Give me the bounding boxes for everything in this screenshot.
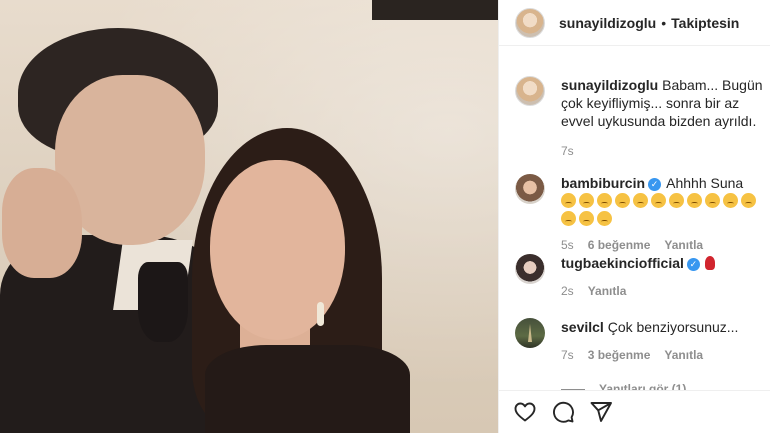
verified-badge-icon: ✓ bbox=[648, 178, 662, 191]
post-header: sunayildizoglu • Takiptesin bbox=[499, 0, 770, 46]
reply-button[interactable]: Yanıtla bbox=[664, 348, 703, 362]
disappointed-face-emoji bbox=[597, 193, 612, 208]
caption-meta: 7s bbox=[561, 144, 765, 158]
caption-time[interactable]: 7s bbox=[561, 144, 574, 158]
man-tie bbox=[138, 262, 188, 342]
caption-avatar[interactable] bbox=[515, 76, 545, 106]
woman-dress bbox=[205, 345, 410, 433]
disappointed-face-emoji bbox=[579, 211, 594, 226]
comment-avatar[interactable] bbox=[515, 254, 545, 284]
disappointed-face-emoji bbox=[561, 211, 576, 226]
comment-username[interactable]: tugbaekinciofficial bbox=[561, 255, 684, 271]
disappointed-face-emoji bbox=[561, 193, 576, 208]
share-icon[interactable] bbox=[589, 400, 613, 424]
heart-icon[interactable] bbox=[513, 400, 537, 424]
comment-body: sevilcl Çok benziyorsunuz... bbox=[561, 318, 765, 336]
woman-face bbox=[210, 160, 345, 340]
disappointed-face-emoji bbox=[741, 193, 756, 208]
caption: sunayildizoglu Babam... Bugün çok keyifl… bbox=[515, 76, 765, 158]
disappointed-face-emoji bbox=[687, 193, 702, 208]
verified-badge-icon: ✓ bbox=[686, 258, 700, 271]
comment-meta: 7s 3 beğenme Yanıtla bbox=[561, 348, 765, 362]
disappointed-face-emoji bbox=[633, 193, 648, 208]
comment-text: Çok benziyorsunuz... bbox=[607, 319, 739, 335]
reply-button[interactable]: Yanıtla bbox=[664, 238, 703, 252]
disappointed-face-emoji bbox=[615, 193, 630, 208]
caption-username[interactable]: sunayildizoglu bbox=[561, 77, 658, 93]
comment-username[interactable]: bambiburcin bbox=[561, 175, 645, 191]
comment-text: Ahhhh Suna bbox=[666, 175, 744, 191]
comment-item: bambiburcin ✓ Ahhhh Suna 5s 6 beğenme Yan… bbox=[515, 174, 765, 252]
view-replies-button[interactable]: Yanıtları gör (1) bbox=[561, 382, 686, 390]
disappointed-face-emojis bbox=[561, 193, 759, 227]
disappointed-face-emoji bbox=[597, 211, 612, 226]
comment-time[interactable]: 2s bbox=[561, 284, 574, 298]
post-photo[interactable] bbox=[0, 0, 498, 433]
comment-body: tugbaekinciofficial ✓ bbox=[561, 254, 765, 272]
comment-time[interactable]: 5s bbox=[561, 238, 574, 252]
comments-list[interactable]: sunayildizoglu Babam... Bugün çok keyifl… bbox=[499, 60, 770, 390]
comment-likes[interactable]: 3 beğenme bbox=[588, 348, 651, 362]
man-hand bbox=[2, 168, 82, 278]
disappointed-face-emoji bbox=[579, 193, 594, 208]
disappointed-face-emoji bbox=[651, 193, 666, 208]
disappointed-face-emoji bbox=[723, 193, 738, 208]
comment-avatar[interactable] bbox=[515, 318, 545, 348]
woman-earring bbox=[317, 302, 324, 326]
disappointed-face-emoji bbox=[669, 193, 684, 208]
follow-status-button[interactable]: Takiptesin bbox=[671, 15, 739, 31]
header-separator: • bbox=[661, 14, 667, 31]
comment-avatar[interactable] bbox=[515, 174, 545, 204]
disappointed-face-emoji bbox=[705, 193, 720, 208]
post-actions bbox=[499, 390, 770, 433]
comment-likes[interactable]: 6 beğenme bbox=[588, 238, 651, 252]
comment-item: sevilcl Çok benziyorsunuz... 7s 3 beğenm… bbox=[515, 318, 765, 362]
post-side-panel: sunayildizoglu • Takiptesin sunayildizog… bbox=[498, 0, 770, 433]
reply-button[interactable]: Yanıtla bbox=[588, 284, 627, 298]
comment-username[interactable]: sevilcl bbox=[561, 319, 604, 335]
rose-emoji bbox=[704, 256, 715, 270]
comment-icon[interactable] bbox=[551, 400, 575, 424]
author-avatar[interactable] bbox=[515, 7, 545, 38]
author-username[interactable]: sunayildizoglu bbox=[559, 15, 656, 31]
comment-meta: 2s Yanıtla bbox=[561, 284, 765, 298]
comment-time[interactable]: 7s bbox=[561, 348, 574, 362]
comment-body: bambiburcin ✓ Ahhhh Suna bbox=[561, 174, 765, 228]
comment-item: tugbaekinciofficial ✓ 2s Yanıtla bbox=[515, 254, 765, 298]
picture-frame bbox=[372, 0, 498, 20]
caption-body: sunayildizoglu Babam... Bugün çok keyifl… bbox=[561, 76, 765, 130]
view-replies-label: Yanıtları gör (1) bbox=[599, 382, 687, 390]
comment-meta: 5s 6 beğenme Yanıtla bbox=[561, 238, 765, 252]
